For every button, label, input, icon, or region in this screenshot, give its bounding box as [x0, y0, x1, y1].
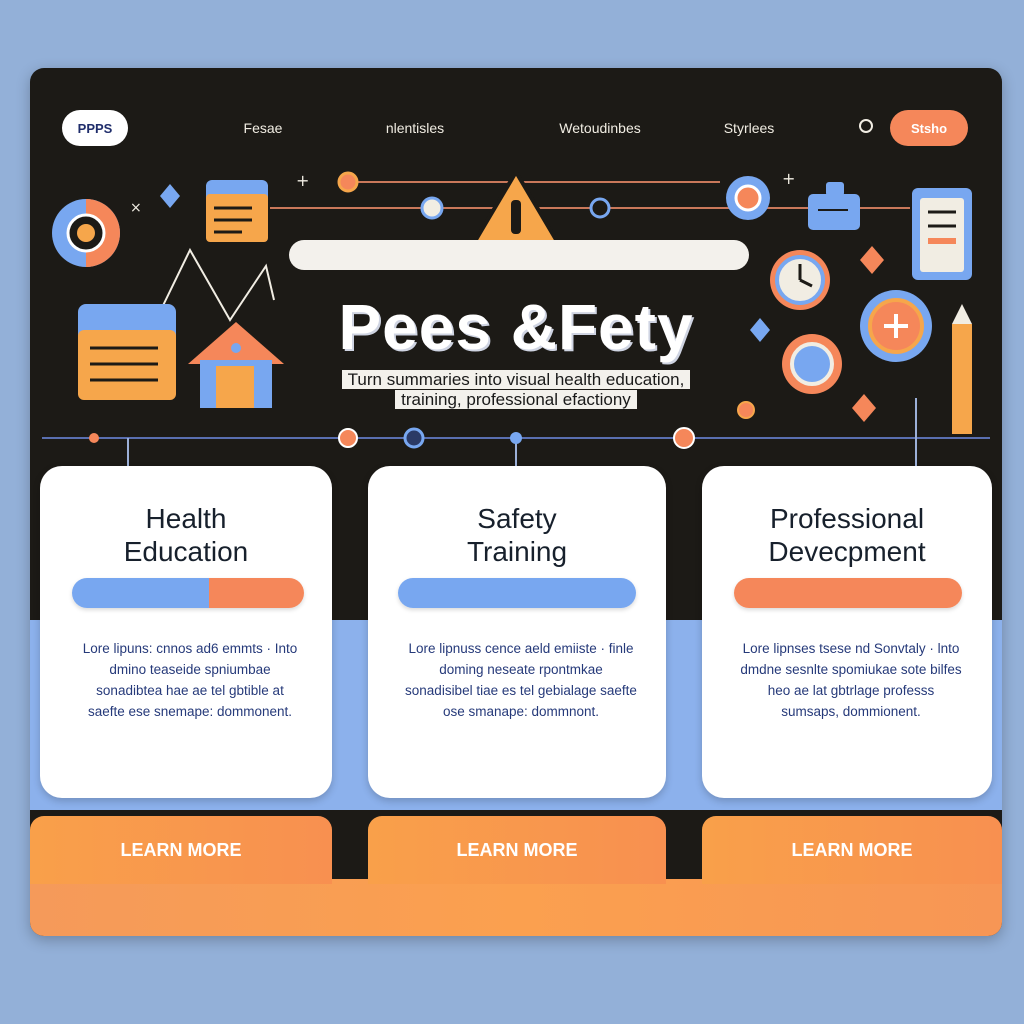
svg-text:+: +: [782, 169, 795, 188]
user-icon[interactable]: [859, 119, 873, 133]
nav-link-3[interactable]: Wetoudinbes: [559, 120, 640, 136]
card-description: Lore lipnses tsese nd Sonvtaly · lnto dm…: [740, 641, 962, 719]
learn-more-button-safety[interactable]: LEARN MORE: [368, 816, 666, 884]
sparkle-icon: [160, 184, 180, 208]
folder-card-icon: [808, 182, 860, 230]
card-description: Lore lipnuss cence aeld emiiste · finle …: [405, 641, 637, 719]
card-professional-development: Professional Devecpment Lore lipnses tse…: [702, 466, 992, 798]
target-icon: [52, 199, 120, 267]
progress-bar: [734, 578, 962, 608]
svg-text:×: ×: [130, 200, 142, 216]
app-window: + + × PPPS Fesae nlentisles Wetoudinbes …: [30, 68, 1002, 936]
nav-link-4[interactable]: Styrlees: [724, 120, 775, 136]
node-dot: [89, 433, 99, 443]
sparkle-icon: [860, 246, 884, 274]
document-card-icon: [206, 180, 268, 242]
nav-link-2[interactable]: nlentisles: [386, 120, 444, 136]
logo-button[interactable]: PPPS: [62, 110, 128, 146]
orange-band: [30, 876, 1002, 936]
card-title: Health Education: [123, 503, 249, 567]
learn-more-button-health[interactable]: LEARN MORE: [30, 816, 332, 884]
hero-subtitle: Turn summaries into visual health educat…: [30, 370, 1002, 410]
card-title: Professional Devecpment: [768, 503, 926, 567]
hero-title: Pees &Fety: [338, 291, 694, 363]
svg-text:+: +: [296, 171, 309, 190]
hero-subtitle-line-2: training, professional efactiony: [395, 390, 637, 409]
card-description: Lore lipuns: cnnos ad6 emmts · Into dmin…: [82, 641, 298, 719]
nav-link-1[interactable]: Fesae: [244, 120, 283, 136]
learn-more-button-professional[interactable]: LEARN MORE: [702, 816, 1002, 884]
card-health-education: Health Education Lore lipuns: cnnos ad6 …: [40, 466, 332, 798]
hero-subtitle-line-1: Turn summaries into visual health educat…: [341, 370, 691, 389]
search-bar[interactable]: [289, 240, 749, 270]
progress-bar: [72, 578, 304, 608]
cta-button[interactable]: Stsho: [890, 110, 968, 146]
card-title: Safety Training: [466, 503, 568, 567]
progress-bar: [398, 578, 636, 608]
gear-icon: [726, 176, 770, 220]
card-safety-training: Safety Training Lore lipnuss cence aeld …: [368, 466, 666, 798]
list-panel-icon: [912, 188, 972, 280]
